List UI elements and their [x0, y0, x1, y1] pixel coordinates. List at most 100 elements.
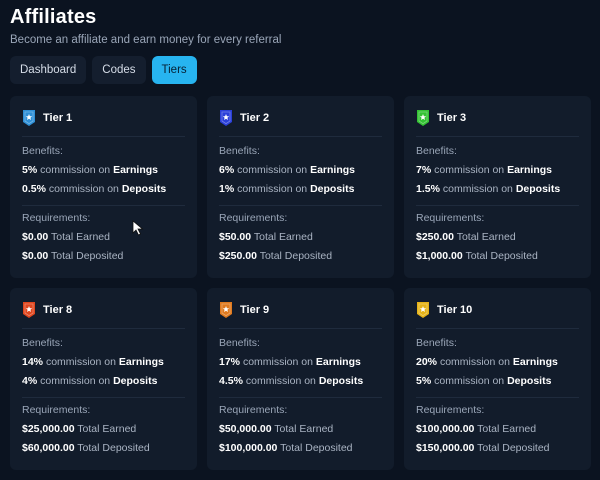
benefits-label: Benefits: [416, 337, 457, 349]
deposits-word: Deposits [310, 183, 355, 195]
tier-card-header: Tier 9 [219, 298, 382, 322]
deposits-percent: 5% [416, 375, 432, 387]
requirement-earned: $100,000.00 Total Earned [416, 420, 579, 439]
total-earned-text: Total Earned [274, 423, 334, 435]
tier-badge-icon [220, 302, 232, 318]
benefits-label: Benefits: [416, 145, 457, 157]
total-earned-text: Total Earned [253, 231, 313, 243]
requirements-label: Requirements: [416, 212, 485, 224]
commission-on-text: commission on [434, 375, 505, 387]
deposits-word: Deposits [121, 183, 167, 195]
commission-on-text: commission on [442, 183, 513, 195]
divider [416, 205, 579, 206]
page-title: Affiliates [10, 6, 97, 28]
earnings-word: Earnings [315, 356, 361, 368]
tier-badge-icon [23, 110, 35, 126]
tab-dashboard[interactable]: Dashboard [10, 56, 87, 84]
earnings-percent: 5% [22, 164, 38, 176]
tiers-grid: Tier 1 Benefits: 5% commission on Earnin… [10, 96, 591, 470]
deposits-word: Deposits [515, 183, 561, 195]
required-deposited-amount: $250.00 [219, 250, 257, 262]
total-deposited-text: Total Deposited [280, 442, 353, 454]
requirement-earned: $25,000.00 Total Earned [22, 420, 185, 439]
benefit-deposits: 0.5% commission on Deposits [22, 180, 185, 199]
commission-on-text: commission on [237, 164, 308, 176]
divider [22, 205, 185, 206]
total-deposited-text: Total Deposited [465, 250, 538, 262]
total-deposited-text: Total Deposited [77, 442, 150, 454]
total-earned-text: Total Earned [456, 231, 516, 243]
earnings-percent: 6% [219, 164, 235, 176]
tier-card: Tier 1 Benefits: 5% commission on Earnin… [10, 96, 197, 278]
commission-on-text: commission on [45, 356, 116, 368]
divider [219, 205, 382, 206]
total-earned-text: Total Earned [477, 423, 537, 435]
deposits-percent: 4.5% [219, 375, 243, 387]
required-deposited-amount: $60,000.00 [22, 442, 75, 454]
tier-name: Tier 8 [43, 304, 73, 316]
divider [416, 328, 579, 329]
benefit-earnings: 20% commission on Earnings [416, 353, 579, 372]
divider [219, 136, 382, 137]
commission-on-text: commission on [48, 183, 119, 195]
earnings-percent: 7% [416, 164, 432, 176]
deposits-word: Deposits [113, 375, 158, 387]
requirement-deposited: $60,000.00 Total Deposited [22, 439, 185, 458]
requirement-earned: $50,000.00 Total Earned [219, 420, 382, 439]
deposits-percent: 1.5% [416, 183, 440, 195]
benefits-label: Benefits: [219, 145, 260, 157]
tier-card: Tier 2 Benefits: 6% commission on Earnin… [207, 96, 394, 278]
benefit-deposits: 4.5% commission on Deposits [219, 372, 382, 391]
requirements-label: Requirements: [219, 404, 288, 416]
total-deposited-text: Total Deposited [51, 250, 124, 262]
total-earned-text: Total Earned [77, 423, 137, 435]
benefits-label: Benefits: [22, 145, 63, 157]
tier-name: Tier 9 [240, 304, 270, 316]
divider [219, 397, 382, 398]
required-earned-amount: $25,000.00 [22, 423, 75, 435]
commission-on-text: commission on [245, 375, 316, 387]
tab-tiers[interactable]: Tiers [151, 56, 197, 84]
tier-card: Tier 9 Benefits: 17% commission on Earni… [207, 288, 394, 470]
requirement-deposited: $0.00 Total Deposited [22, 247, 185, 266]
mouse-cursor-icon [132, 220, 144, 236]
tier-card-header: Tier 2 [219, 106, 382, 130]
divider [22, 328, 185, 329]
benefit-deposits: 1.5% commission on Deposits [416, 180, 579, 199]
benefit-earnings: 6% commission on Earnings [219, 161, 382, 180]
tier-card-header: Tier 3 [416, 106, 579, 130]
tier-badge-icon [417, 302, 429, 318]
benefits-label: Benefits: [219, 337, 260, 349]
earnings-word: Earnings [113, 164, 158, 176]
tab-codes[interactable]: Codes [92, 56, 146, 84]
earnings-word: Earnings [507, 164, 552, 176]
requirement-deposited: $1,000.00 Total Deposited [416, 247, 579, 266]
tab-bar: Dashboard Codes Tiers [10, 56, 197, 84]
deposits-word: Deposits [507, 375, 552, 387]
divider [22, 136, 185, 137]
page-subtitle: Become an affiliate and earn money for e… [10, 34, 282, 46]
earnings-word: Earnings [118, 356, 164, 368]
required-deposited-amount: $0.00 [22, 250, 49, 262]
required-earned-amount: $50,000.00 [219, 423, 272, 435]
requirements-label: Requirements: [416, 404, 485, 416]
required-deposited-amount: $1,000.00 [416, 250, 463, 262]
requirement-earned: $50.00 Total Earned [219, 228, 382, 247]
tier-name: Tier 3 [437, 112, 467, 124]
total-deposited-text: Total Deposited [259, 250, 333, 262]
deposits-percent: 0.5% [22, 183, 46, 195]
total-earned-text: Total Earned [51, 231, 110, 243]
earnings-percent: 14% [22, 356, 44, 368]
benefit-earnings: 5% commission on Earnings [22, 161, 185, 180]
required-earned-amount: $250.00 [416, 231, 454, 243]
requirements-label: Requirements: [22, 404, 91, 416]
required-earned-amount: $50.00 [219, 231, 252, 243]
tier-badge-icon [417, 110, 429, 126]
tier-card: Tier 3 Benefits: 7% commission on Earnin… [404, 96, 591, 278]
tier-card-header: Tier 8 [22, 298, 185, 322]
tier-card-header: Tier 10 [416, 298, 579, 322]
commission-on-text: commission on [439, 356, 510, 368]
requirements-label: Requirements: [219, 212, 288, 224]
deposits-percent: 1% [219, 183, 235, 195]
commission-on-text: commission on [40, 164, 111, 176]
